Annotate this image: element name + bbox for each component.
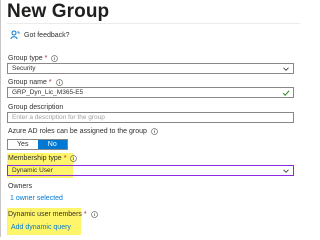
add-dynamic-query-link[interactable]: Add dynamic query <box>11 224 71 231</box>
checkmark-icon <box>282 90 290 96</box>
group-description-placeholder: Enter a description for the group <box>12 114 105 121</box>
membership-type-value: Dynamic User <box>12 167 53 174</box>
required-asterisk: * <box>48 79 52 86</box>
azure-ad-roles-label: Azure AD roles can be assigned to the gr… <box>8 128 147 135</box>
group-description-label-row: Group description <box>8 104 63 111</box>
group-type-label-row: Group type * <box>8 55 59 62</box>
group-type-label: Group type <box>8 55 43 62</box>
dynamic-members-label: Dynamic user members <box>8 211 82 218</box>
info-icon[interactable] <box>51 55 59 62</box>
group-name-label: Group name <box>8 79 47 86</box>
group-name-input[interactable]: GRP_Dyn_Lic_M365-E5 <box>7 87 294 98</box>
group-name-value: GRP_Dyn_Lic_M365-E5 <box>12 89 84 96</box>
feedback-link[interactable]: Got feedback? <box>10 30 70 40</box>
required-asterisk: * <box>63 155 67 162</box>
membership-type-label: Membership type <box>8 155 62 162</box>
required-asterisk: * <box>83 211 87 218</box>
group-name-label-row: Group name * <box>8 79 63 86</box>
group-type-dropdown[interactable]: Security <box>7 63 294 74</box>
chevron-down-icon <box>283 169 289 173</box>
owners-label-row: Owners <box>8 183 32 190</box>
membership-type-label-row: Membership type * <box>8 155 78 162</box>
owners-label: Owners <box>8 183 33 190</box>
chevron-down-icon <box>283 67 289 71</box>
new-group-panel: New Group Got feedback? Group type * Sec… <box>0 0 300 237</box>
group-type-value: Security <box>12 65 36 72</box>
info-icon[interactable] <box>55 79 63 86</box>
info-icon[interactable] <box>90 211 98 218</box>
membership-type-dropdown[interactable]: Dynamic User <box>7 165 294 176</box>
toggle-yes-option[interactable]: Yes <box>8 140 38 149</box>
dynamic-members-label-row: Dynamic user members * <box>8 211 98 218</box>
feedback-person-icon <box>10 30 20 40</box>
info-icon[interactable] <box>70 155 78 162</box>
owners-link[interactable]: 1 owner selected <box>10 195 63 202</box>
info-icon[interactable] <box>151 128 158 135</box>
feedback-label: Got feedback? <box>24 31 70 39</box>
group-description-input[interactable]: Enter a description for the group <box>7 112 294 123</box>
group-description-label: Group description <box>8 104 64 111</box>
azure-ad-roles-label-row: Azure AD roles can be assigned to the gr… <box>8 128 158 135</box>
required-asterisk: * <box>44 55 48 62</box>
page-title: New Group <box>7 1 110 22</box>
title-divider <box>7 23 300 24</box>
toggle-no-option[interactable]: No <box>37 140 67 149</box>
azure-ad-roles-toggle[interactable]: Yes No <box>7 139 68 150</box>
